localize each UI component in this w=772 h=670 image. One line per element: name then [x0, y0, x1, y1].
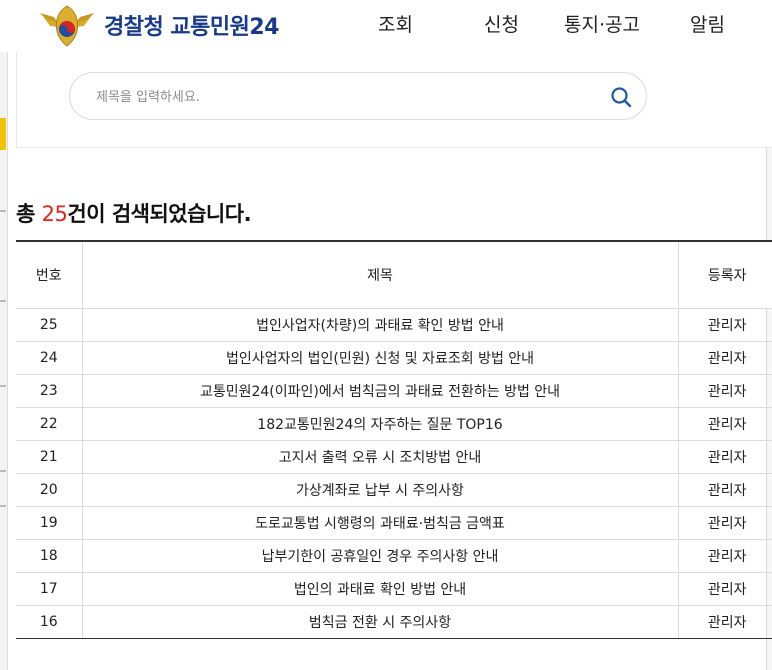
- row-author: 관리자: [677, 539, 772, 573]
- table-row[interactable]: 25 법인사업자(차량)의 과태료 확인 방법 안내 관리자: [16, 308, 772, 342]
- row-author: 관리자: [677, 308, 772, 342]
- nav-item-notice[interactable]: 통지·공고: [564, 10, 640, 37]
- table-row[interactable]: 18 납부기한이 공휴일인 경우 주의사항 안내 관리자: [16, 539, 772, 573]
- row-author: 관리자: [677, 440, 772, 474]
- left-edge-accent: [0, 118, 6, 150]
- row-author: 관리자: [677, 572, 772, 606]
- row-number: 21: [16, 440, 82, 474]
- row-number: 24: [16, 341, 82, 375]
- left-edge-mark: [0, 385, 6, 387]
- row-number: 23: [16, 374, 82, 408]
- row-title-link[interactable]: 법인의 과태료 확인 방법 안내: [81, 572, 678, 606]
- table-row[interactable]: 16 범칙금 전환 시 주의사항 관리자: [16, 605, 772, 639]
- row-author: 관리자: [677, 506, 772, 540]
- column-header-number: 번호: [16, 242, 82, 309]
- row-title-link[interactable]: 납부기한이 공휴일인 경우 주의사항 안내: [81, 539, 678, 573]
- row-title-link[interactable]: 범칙금 전환 시 주의사항: [81, 605, 678, 639]
- table-row[interactable]: 22 182교통민원24의 자주하는 질문 TOP16 관리자: [16, 407, 772, 441]
- row-author: 관리자: [677, 341, 772, 375]
- left-edge-mark: [0, 210, 6, 212]
- result-prefix: 총: [16, 202, 42, 226]
- table-row[interactable]: 21 고지서 출력 오류 시 조치방법 안내 관리자: [16, 440, 772, 474]
- left-edge-mark: [0, 470, 6, 472]
- row-title-link[interactable]: 고지서 출력 오류 시 조치방법 안내: [81, 440, 678, 474]
- search-box: [69, 72, 647, 120]
- site-header: 경찰청 교통민원24 조회 신청 통지·공고 알림: [0, 0, 772, 52]
- table-header-row: 번호 제목 등록자: [16, 242, 772, 309]
- column-header-author: 등록자: [677, 242, 772, 309]
- table-row[interactable]: 20 가상계좌로 납부 시 주의사항 관리자: [16, 473, 772, 507]
- row-number: 18: [16, 539, 82, 573]
- row-author: 관리자: [677, 473, 772, 507]
- table-row[interactable]: 23 교통민원24(이파인)에서 범칙금의 과태료 전환하는 방법 안내 관리자: [16, 374, 772, 408]
- row-author: 관리자: [677, 605, 772, 639]
- left-edge-mark: [0, 505, 6, 507]
- row-title-link[interactable]: 도로교통법 시행령의 과태료·범칙금 금액표: [81, 506, 678, 540]
- row-title-link[interactable]: 법인사업자의 법인(민원) 신청 및 자료조회 방법 안내: [81, 341, 678, 375]
- row-number: 19: [16, 506, 82, 540]
- table-row[interactable]: 17 법인의 과태료 확인 방법 안내 관리자: [16, 572, 772, 606]
- result-count: 25: [41, 202, 68, 226]
- row-number: 22: [16, 407, 82, 441]
- nav-item-application[interactable]: 신청: [484, 10, 519, 37]
- search-icon[interactable]: [610, 86, 632, 108]
- nav-item-inquiry[interactable]: 조회: [378, 10, 413, 37]
- column-header-title: 제목: [81, 242, 678, 309]
- nav-item-alerts[interactable]: 알림: [690, 10, 725, 37]
- main-nav: 조회 신청 통지·공고 알림: [0, 10, 772, 40]
- row-author: 관리자: [677, 407, 772, 441]
- row-title-link[interactable]: 법인사업자(차량)의 과태료 확인 방법 안내: [81, 308, 678, 342]
- result-suffix: 건이 검색되었습니다.: [67, 202, 252, 226]
- result-summary: 총 25건이 검색되었습니다.: [16, 198, 252, 228]
- row-author: 관리자: [677, 374, 772, 408]
- search-panel: [16, 52, 772, 148]
- row-title-link[interactable]: 182교통민원24의 자주하는 질문 TOP16: [81, 407, 678, 441]
- row-title-link[interactable]: 가상계좌로 납부 시 주의사항: [81, 473, 678, 507]
- row-number: 17: [16, 572, 82, 606]
- left-edge-panel: [0, 0, 8, 670]
- notice-table: 번호 제목 등록자 25 법인사업자(차량)의 과태료 확인 방법 안내 관리자…: [16, 240, 772, 639]
- row-title-link[interactable]: 교통민원24(이파인)에서 범칙금의 과태료 전환하는 방법 안내: [81, 374, 678, 408]
- row-number: 20: [16, 473, 82, 507]
- row-number: 25: [16, 308, 82, 342]
- left-edge-mark: [0, 300, 6, 302]
- table-row[interactable]: 24 법인사업자의 법인(민원) 신청 및 자료조회 방법 안내 관리자: [16, 341, 772, 375]
- table-row[interactable]: 19 도로교통법 시행령의 과태료·범칙금 금액표 관리자: [16, 506, 772, 540]
- row-number: 16: [16, 605, 82, 639]
- search-input[interactable]: [96, 85, 576, 109]
